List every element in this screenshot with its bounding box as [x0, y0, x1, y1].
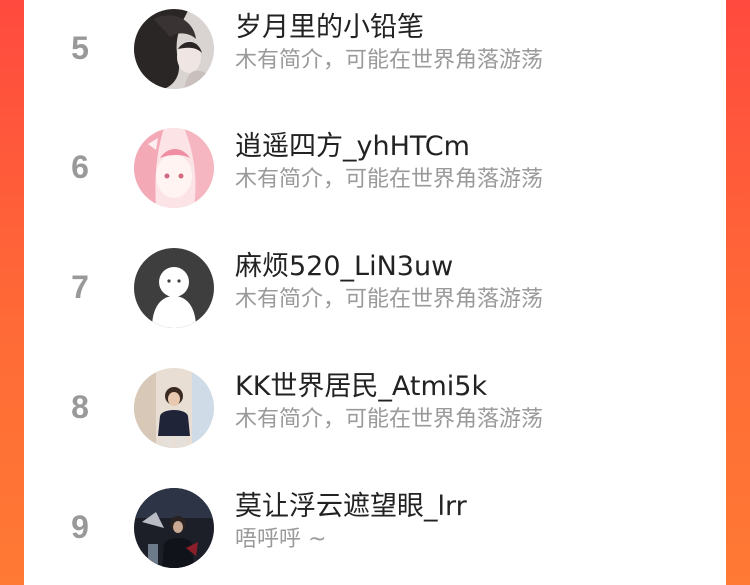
- rank-number: 9: [71, 509, 89, 545]
- ranking-item[interactable]: 7 麻烦520_LiN3uw 木有简介，可能在世界角落游荡: [24, 239, 726, 339]
- username[interactable]: 逍遥四方_yhHTCm: [235, 129, 470, 165]
- username[interactable]: 岁月里的小铅笔: [235, 10, 424, 46]
- rank-number: 7: [71, 269, 89, 305]
- dark-hair-portrait-avatar-icon: [134, 9, 214, 89]
- default-ghost-avatar-icon: [134, 248, 214, 328]
- ranking-item[interactable]: 9 莫让浮云遮望眼_lrr 唔呼呼 ~: [24, 479, 726, 579]
- user-bio: 木有简介，可能在世界角落游荡: [235, 407, 544, 432]
- avatar[interactable]: [134, 488, 214, 568]
- ranking-item[interactable]: 6 逍遥四方_yhHTCm 木有简介，可能在世界角落游荡: [24, 119, 726, 219]
- user-bio: 木有简介，可能在世界角落游荡: [235, 48, 544, 73]
- person-photo-avatar-icon: [134, 368, 214, 448]
- user-bio: 木有简介，可能在世界角落游荡: [235, 167, 544, 192]
- username[interactable]: 麻烦520_LiN3uw: [235, 249, 453, 285]
- user-bio: 木有简介，可能在世界角落游荡: [235, 287, 544, 312]
- avatar[interactable]: [134, 248, 214, 328]
- rank-number: 8: [71, 389, 89, 425]
- username[interactable]: KK世界居民_Atmi5k: [235, 369, 487, 405]
- user-bio: 唔呼呼 ~: [235, 527, 327, 552]
- dark-photo-avatar-icon: [134, 488, 214, 568]
- username[interactable]: 莫让浮云遮望眼_lrr: [235, 489, 467, 525]
- ranking-page: 5 岁月里的小铅笔 木有简介，可能在世界角落游荡 6 逍遥四方_yhHTCm 木…: [0, 0, 750, 585]
- rank-number: 5: [71, 30, 89, 66]
- ranking-item[interactable]: 8 KK世界居民_Atmi5k 木有简介，可能在世界角落游荡: [24, 359, 726, 459]
- pink-anime-avatar-icon: [134, 128, 214, 208]
- avatar[interactable]: [134, 9, 214, 89]
- ranking-item[interactable]: 5 岁月里的小铅笔 木有简介，可能在世界角落游荡: [24, 0, 726, 100]
- ranking-list: 5 岁月里的小铅笔 木有简介，可能在世界角落游荡 6 逍遥四方_yhHTCm 木…: [24, 0, 726, 585]
- avatar[interactable]: [134, 128, 214, 208]
- avatar[interactable]: [134, 368, 214, 448]
- rank-number: 6: [71, 149, 89, 185]
